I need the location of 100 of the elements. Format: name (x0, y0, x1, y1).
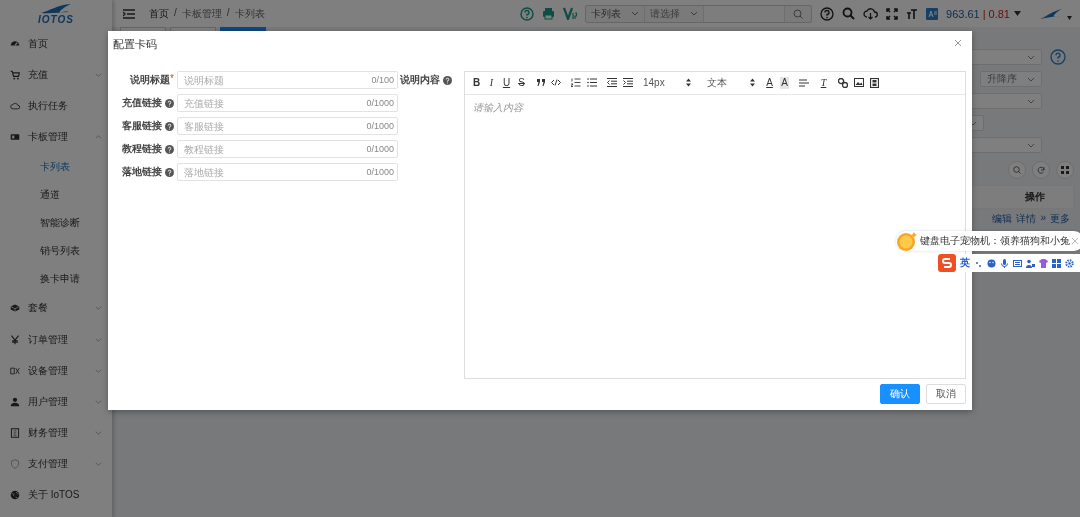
field-label: 说明内容 (400, 73, 440, 88)
font-color-button[interactable]: A (765, 76, 774, 89)
refresh-icon (1037, 166, 1045, 174)
dialog-title: 配置卡码 (113, 37, 157, 52)
globe-icon (10, 490, 20, 501)
cloud-icon (10, 100, 20, 111)
sidebar-item[interactable]: 首页 (0, 28, 112, 60)
indent-icon[interactable] (623, 78, 633, 88)
sidebar-item[interactable]: 财务管理 (0, 417, 112, 449)
menu-fold-icon[interactable] (123, 8, 135, 19)
user-icon (10, 396, 20, 407)
breadcrumb-link[interactable]: 卡列表 (234, 6, 265, 21)
character-count: 0/1000 (366, 144, 394, 155)
fullscreen-icon[interactable] (886, 7, 899, 20)
character-count: 0/1000 (366, 121, 394, 132)
breadcrumb-separator: / (226, 6, 230, 20)
field-label: 落地链接 (122, 165, 162, 180)
link-icon[interactable] (838, 77, 848, 88)
image-icon[interactable] (854, 78, 864, 88)
sidebar-item[interactable]: 充值 (0, 59, 112, 91)
sidebar-item[interactable]: 用户管理 (0, 386, 112, 418)
sidebar-item[interactable]: 支付管理 (0, 448, 112, 480)
character-count: 0/1000 (366, 98, 394, 109)
cube-icon (10, 303, 20, 314)
sun-mascot-icon (896, 230, 918, 252)
balance-amount: 963.61 (946, 7, 980, 20)
breadcrumb-separator: / (174, 6, 177, 20)
underline-button[interactable]: U (502, 76, 511, 89)
cart-icon (10, 69, 20, 80)
search-icon[interactable] (842, 7, 856, 20)
sidebar-item[interactable]: 关于 IoTOS (0, 479, 112, 512)
sidebar-item[interactable]: 卡板管理 (0, 121, 112, 153)
ledger-icon (10, 428, 20, 439)
field-label: 说明标题 (130, 73, 171, 88)
field-label: 客服链接 (122, 119, 162, 134)
highlight-button[interactable]: A (780, 76, 789, 89)
strikethrough-button[interactable]: S (517, 76, 526, 89)
breadcrumb-link[interactable]: 卡板管理 (181, 6, 222, 21)
translate-icon[interactable] (926, 7, 939, 20)
sidebar-item[interactable]: 设备管理 (0, 355, 112, 387)
points-amount: 0.81 (988, 7, 1010, 20)
logo[interactable]: IOTOS (38, 15, 74, 25)
close-icon[interactable] (954, 39, 962, 47)
editor-placeholder: 请输入内容 (473, 101, 523, 113)
editor-select[interactable]: 文本 (707, 75, 755, 90)
ime-logo-icon[interactable] (938, 254, 956, 272)
cancel-button[interactable]: 取消 (926, 384, 966, 405)
microphone-icon[interactable] (1000, 258, 1009, 268)
outdent-icon[interactable] (607, 78, 617, 88)
emoji-icon[interactable] (987, 258, 996, 268)
bird-icon (39, 3, 73, 15)
sort-arrows-icon (750, 78, 755, 88)
card-icon (10, 132, 20, 143)
shield-icon (10, 459, 20, 470)
quote-icon[interactable] (536, 79, 545, 87)
column-header: 操作 (1025, 190, 1045, 204)
table-action-link[interactable]: 详情 (1016, 212, 1037, 226)
bold-button[interactable]: B (472, 76, 481, 89)
help-icon[interactable] (1050, 49, 1066, 65)
grid-icon (1061, 166, 1069, 174)
field-label: 充值链接 (122, 96, 162, 111)
sort-arrows-icon (686, 78, 691, 88)
device-icon (10, 365, 20, 376)
select-field[interactable]: 升降序 (980, 71, 1042, 87)
caret-icon[interactable] (1014, 11, 1021, 16)
required-mark: * (170, 73, 174, 85)
vip-icon[interactable] (563, 7, 578, 20)
caret-icon[interactable] (1067, 16, 1072, 20)
italic-button[interactable]: I (487, 76, 496, 89)
breadcrumb-link[interactable]: 首页 (149, 6, 169, 21)
grid-button[interactable] (1056, 161, 1074, 179)
yen-icon (10, 334, 20, 345)
field-label: 教程链接 (122, 142, 162, 157)
help-icon[interactable] (820, 6, 835, 21)
ordered-list-icon[interactable] (571, 78, 581, 88)
people-icon[interactable] (1026, 258, 1035, 268)
clear-format-button[interactable]: T (819, 76, 828, 89)
shirt-icon[interactable] (1039, 258, 1048, 268)
editor-select[interactable]: 14px (643, 77, 691, 89)
chevron-glyph[interactable]: » (1040, 212, 1046, 226)
table-action-link[interactable]: 更多 (1050, 212, 1070, 226)
sidebar-item[interactable]: 执行任务 (0, 90, 112, 122)
code-icon[interactable] (551, 79, 561, 87)
sidebar-item[interactable]: 订单管理 (0, 323, 112, 356)
grid-icon[interactable] (1052, 258, 1061, 268)
cloud-download-icon[interactable] (863, 7, 879, 20)
dashboard-icon (10, 38, 20, 49)
text-size-icon[interactable] (906, 7, 919, 20)
printer-icon[interactable] (542, 7, 556, 20)
help-icon[interactable] (520, 6, 535, 21)
bullet-list-icon[interactable] (587, 78, 597, 88)
align-left-icon[interactable] (799, 78, 809, 87)
keyboard-icon[interactable] (1013, 258, 1022, 268)
table-action-link[interactable]: 编辑 (992, 212, 1013, 226)
balance-separator: | (982, 7, 986, 20)
sidebar-item[interactable]: 套餐 (0, 292, 112, 324)
video-icon[interactable] (870, 77, 879, 88)
gear-icon[interactable] (1065, 258, 1074, 268)
confirm-button[interactable]: 确认 (880, 384, 920, 405)
avatar-logo-icon[interactable] (1039, 7, 1063, 20)
